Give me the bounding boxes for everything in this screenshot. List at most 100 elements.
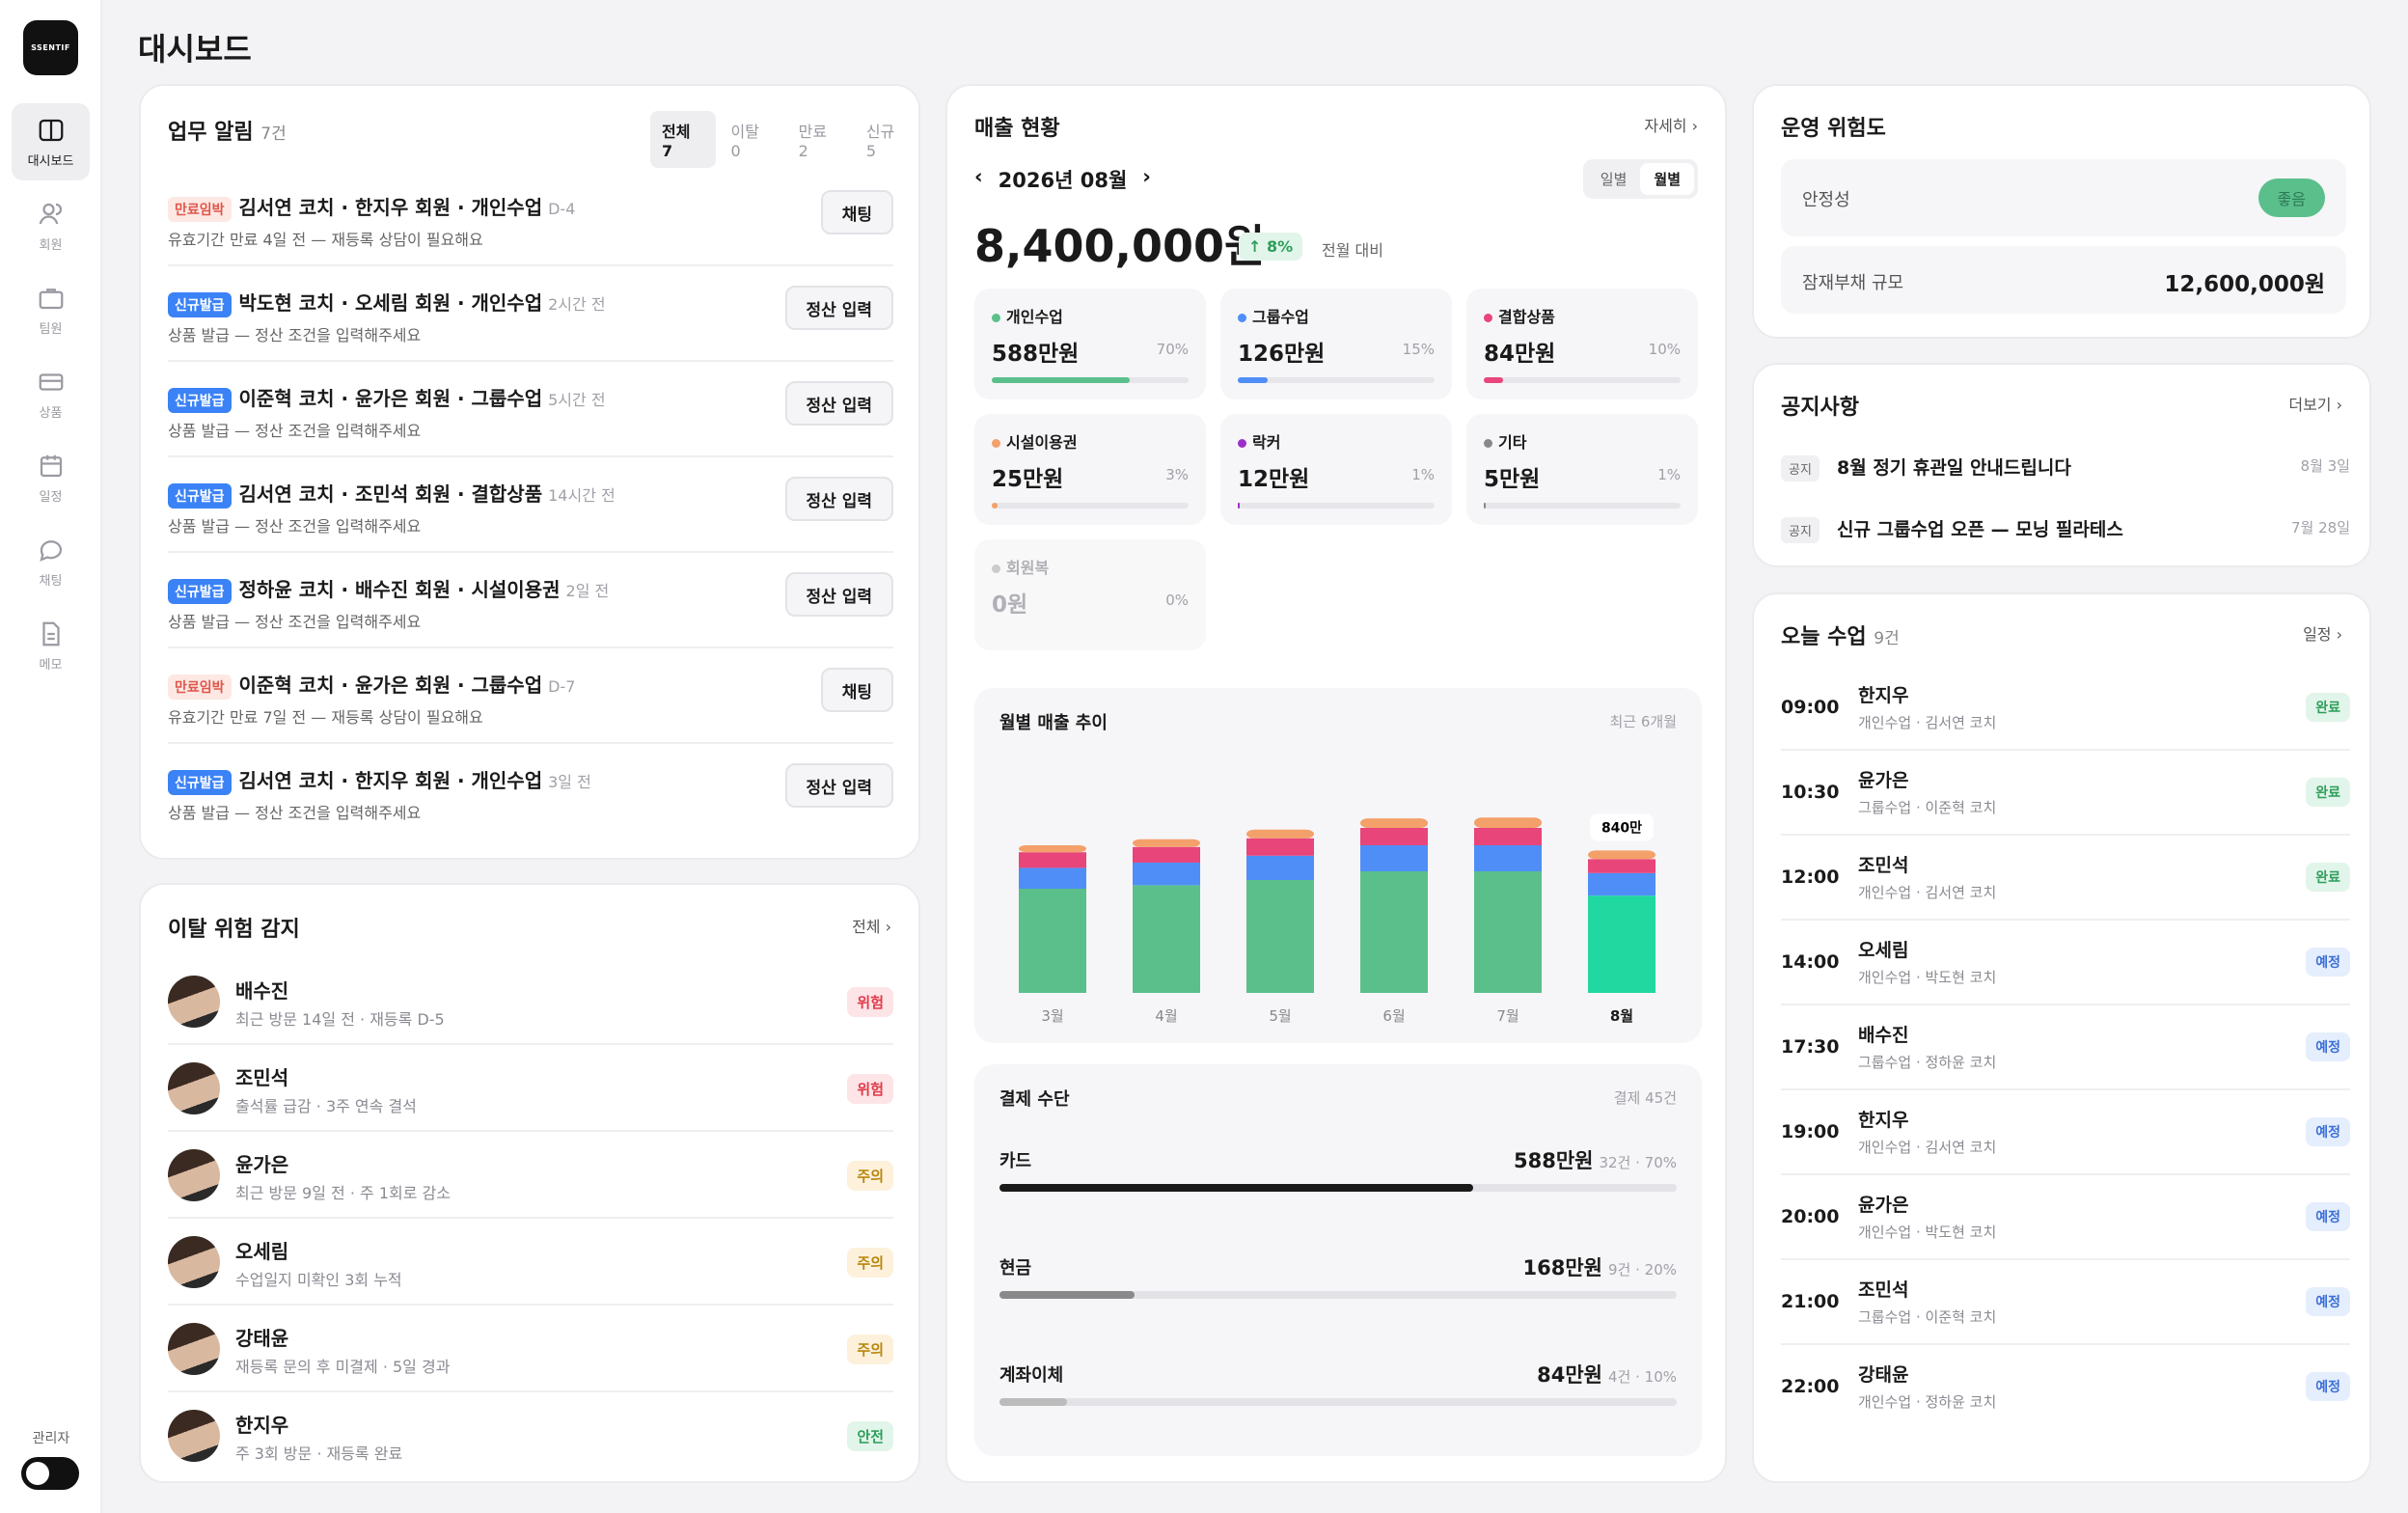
bar-segment[interactable] xyxy=(1246,838,1314,856)
member-detail: 출석률 급감 · 3주 연속 결석 xyxy=(235,1097,417,1115)
bar-segment[interactable] xyxy=(1588,850,1656,860)
class-time: 14:00 xyxy=(1781,951,1840,973)
view-all-link[interactable]: 전체 › xyxy=(852,914,891,937)
category-label: 시설이용권 xyxy=(992,429,1078,453)
category-value: 84만원 xyxy=(1484,342,1556,367)
daily-tab[interactable]: 일별 xyxy=(1587,163,1641,195)
settlement-input-button[interactable]: 정산 입력 xyxy=(784,763,893,808)
category-value: 588만원 xyxy=(992,342,1080,367)
sidebar-item-chat[interactable]: 채팅 xyxy=(12,523,90,600)
class-row[interactable]: 21:00 조민석 그룹수업 · 이준혁 코치 예정 xyxy=(1781,1260,2350,1345)
bar-segment[interactable] xyxy=(1019,867,1086,889)
tab-all[interactable]: 전체 7 xyxy=(650,111,716,168)
bar-segment[interactable] xyxy=(1360,845,1428,871)
x-tick-label: 7월 xyxy=(1496,1007,1519,1025)
churn-member-row[interactable]: 한지우 주 3회 방문 · 재등록 완료 안전 xyxy=(168,1392,893,1479)
category-dot xyxy=(1238,314,1246,322)
tab-new[interactable]: 신규 5 xyxy=(855,111,918,168)
bar-segment[interactable] xyxy=(1133,885,1200,993)
settlement-input-button[interactable]: 정산 입력 xyxy=(784,286,893,330)
sidebar-item-schedule[interactable]: 일정 xyxy=(12,439,90,516)
class-member: 윤가은 xyxy=(1858,770,1909,791)
bar-segment[interactable] xyxy=(1133,863,1200,886)
x-tick-label: 4월 xyxy=(1155,1007,1177,1025)
prev-month-button[interactable]: ‹ xyxy=(974,165,983,194)
chat-button[interactable]: 채팅 xyxy=(820,668,893,712)
tab-churn[interactable]: 이탈 0 xyxy=(720,111,783,168)
bar-segment[interactable] xyxy=(1474,871,1542,993)
bar-segment[interactable] xyxy=(1588,859,1656,873)
churn-risk-card: 이탈 위험 감지 전체 › 배수진 최근 방문 14일 전 · 재등록 D-5 … xyxy=(139,883,920,1483)
class-row[interactable]: 17:30 배수진 그룹수업 · 정하윤 코치 예정 xyxy=(1781,1005,2350,1090)
bar-segment[interactable] xyxy=(1019,845,1086,853)
card-icon xyxy=(39,372,63,391)
risk-badge: 위험 xyxy=(847,987,893,1017)
churn-member-row[interactable]: 배수진 최근 방문 14일 전 · 재등록 D-5 위험 xyxy=(168,958,893,1045)
member-name: 조민석 xyxy=(235,1066,289,1089)
settlement-input-button[interactable]: 정산 입력 xyxy=(784,381,893,426)
sidebar-item-products[interactable]: 상품 xyxy=(12,355,90,432)
sidebar-item-memo[interactable]: 메모 xyxy=(12,607,90,684)
class-row[interactable]: 14:00 오세림 개인수업 · 박도현 코치 예정 xyxy=(1781,921,2350,1005)
bar-segment[interactable] xyxy=(1474,817,1542,828)
next-month-button[interactable]: › xyxy=(1142,165,1151,194)
bar-segment[interactable] xyxy=(1133,839,1200,847)
bar-segment[interactable] xyxy=(1360,871,1428,993)
class-row[interactable]: 19:00 한지우 개인수업 · 김서연 코치 예정 xyxy=(1781,1090,2350,1175)
sidebar-item-team[interactable]: 팀원 xyxy=(12,271,90,348)
monthly-tab[interactable]: 월별 xyxy=(1640,163,1694,195)
admin-toggle[interactable] xyxy=(21,1457,79,1490)
bar-segment[interactable] xyxy=(1360,818,1428,828)
app-logo[interactable]: SSENTIF xyxy=(23,20,78,75)
class-row[interactable]: 20:00 윤가은 개인수업 · 박도현 코치 예정 xyxy=(1781,1175,2350,1260)
notice-item[interactable]: 공지 8월 정기 휴관일 안내드립니다 8월 3일 xyxy=(1781,438,2350,498)
bar-segment[interactable] xyxy=(1246,880,1314,993)
total-sales: 8,400,000원 xyxy=(974,220,1266,272)
class-row[interactable]: 22:00 강태윤 개인수업 · 정하윤 코치 예정 xyxy=(1781,1345,2350,1430)
bar-segment[interactable] xyxy=(1133,846,1200,863)
risk-badge: 안전 xyxy=(847,1421,893,1451)
bar-segment[interactable] xyxy=(1474,845,1542,871)
more-link[interactable]: 더보기 › xyxy=(2288,392,2342,415)
bar-segment[interactable] xyxy=(1588,895,1656,993)
settlement-input-button[interactable]: 정산 입력 xyxy=(784,572,893,617)
class-status-badge: 예정 xyxy=(2306,948,2350,977)
bar-segment[interactable] xyxy=(1360,828,1428,845)
member-detail: 최근 방문 9일 전 · 주 1회로 감소 xyxy=(235,1184,451,1202)
category-value: 12만원 xyxy=(1238,467,1310,492)
bar-segment[interactable] xyxy=(1246,829,1314,839)
bar-segment[interactable] xyxy=(1588,872,1656,896)
class-row[interactable]: 12:00 조민석 개인수업 · 김서연 코치 완료 xyxy=(1781,836,2350,921)
task-item: 신규발급 정하윤 코치 · 배수진 회원 · 시설이용권 2일 전 상품 발급 — … xyxy=(168,553,893,648)
avatar xyxy=(168,1323,220,1375)
sidebar-item-members[interactable]: 회원 xyxy=(12,187,90,264)
tab-expiry[interactable]: 만료 2 xyxy=(787,111,851,168)
category-dot xyxy=(1484,314,1492,322)
churn-member-row[interactable]: 조민석 출석률 급감 · 3주 연속 결석 위험 xyxy=(168,1045,893,1132)
chat-button[interactable]: 채팅 xyxy=(820,190,893,234)
sidebar-item-dashboard[interactable]: 대시보드 xyxy=(12,103,90,180)
payment-value: 588만원 32건 · 70% xyxy=(1513,1149,1677,1172)
churn-member-row[interactable]: 윤가은 최근 방문 9일 전 · 주 1회로 감소 주의 xyxy=(168,1132,893,1219)
settlement-input-button[interactable]: 정산 입력 xyxy=(784,477,893,521)
chat-icon xyxy=(39,539,62,562)
avatar xyxy=(168,1149,220,1201)
class-detail: 개인수업 · 박도현 코치 xyxy=(1858,969,1997,986)
details-link[interactable]: 자세히 › xyxy=(1644,113,1698,136)
class-status-badge: 예정 xyxy=(2306,1117,2350,1146)
churn-member-row[interactable]: 오세림 수업일지 미확인 3회 누적 주의 xyxy=(168,1219,893,1306)
bar-segment[interactable] xyxy=(1019,852,1086,868)
bar-segment[interactable] xyxy=(1019,889,1086,993)
notice-item[interactable]: 공지 신규 그룹수업 오픈 — 모닝 필라테스 7월 28일 xyxy=(1781,500,2350,560)
churn-member-row[interactable]: 강태윤 재등록 문의 후 미결제 · 5일 경과 주의 xyxy=(168,1306,893,1392)
users-icon xyxy=(39,203,62,224)
bar-segment[interactable] xyxy=(1474,828,1542,845)
category-percent: 15% xyxy=(1402,341,1435,358)
risk-badge: 위험 xyxy=(847,1074,893,1104)
task-title: 신규발급 박도현 코치 · 오세림 회원 · 개인수업 2시간 전 xyxy=(168,288,606,317)
class-row[interactable]: 09:00 한지우 개인수업 · 김서연 코치 완료 xyxy=(1781,666,2350,751)
bar-segment[interactable] xyxy=(1246,855,1314,880)
member-name: 오세림 xyxy=(235,1240,289,1263)
schedule-link[interactable]: 일정 › xyxy=(2303,621,2342,645)
class-row[interactable]: 10:30 윤가은 그룹수업 · 이준혁 코치 완료 xyxy=(1781,751,2350,836)
